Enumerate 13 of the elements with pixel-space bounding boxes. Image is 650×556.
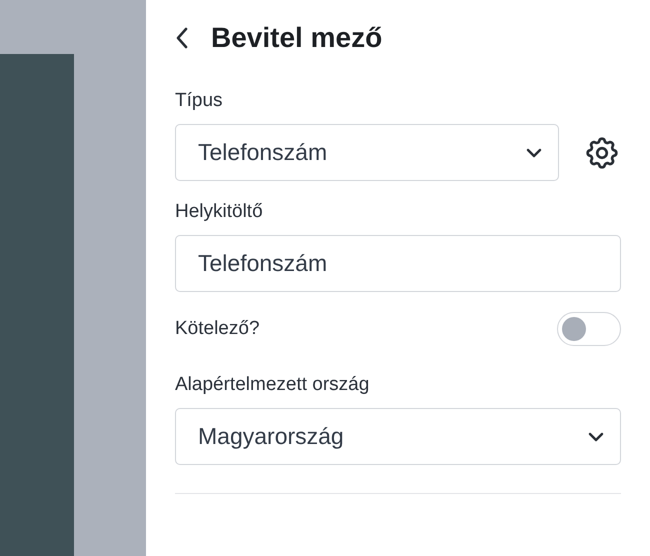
field-label: Típus [175, 90, 224, 112]
back-button[interactable] [175, 26, 189, 50]
dropdown[interactable]: Telefonszám [175, 124, 559, 181]
chevron-left-icon [175, 26, 189, 50]
chevron-down-icon [526, 148, 542, 158]
input-field[interactable]: Telefonszám [175, 235, 621, 292]
chevron-down-icon [588, 432, 604, 442]
field-label: Alapértelmezett ország [175, 374, 370, 396]
toggle-switch[interactable] [557, 312, 621, 346]
dropdown[interactable]: Magyarország [175, 408, 621, 465]
field-label: Helykitöltő [175, 201, 264, 223]
toggle-label: Kötelező? [175, 318, 260, 340]
panel-title: Bevitel mező [211, 22, 382, 54]
